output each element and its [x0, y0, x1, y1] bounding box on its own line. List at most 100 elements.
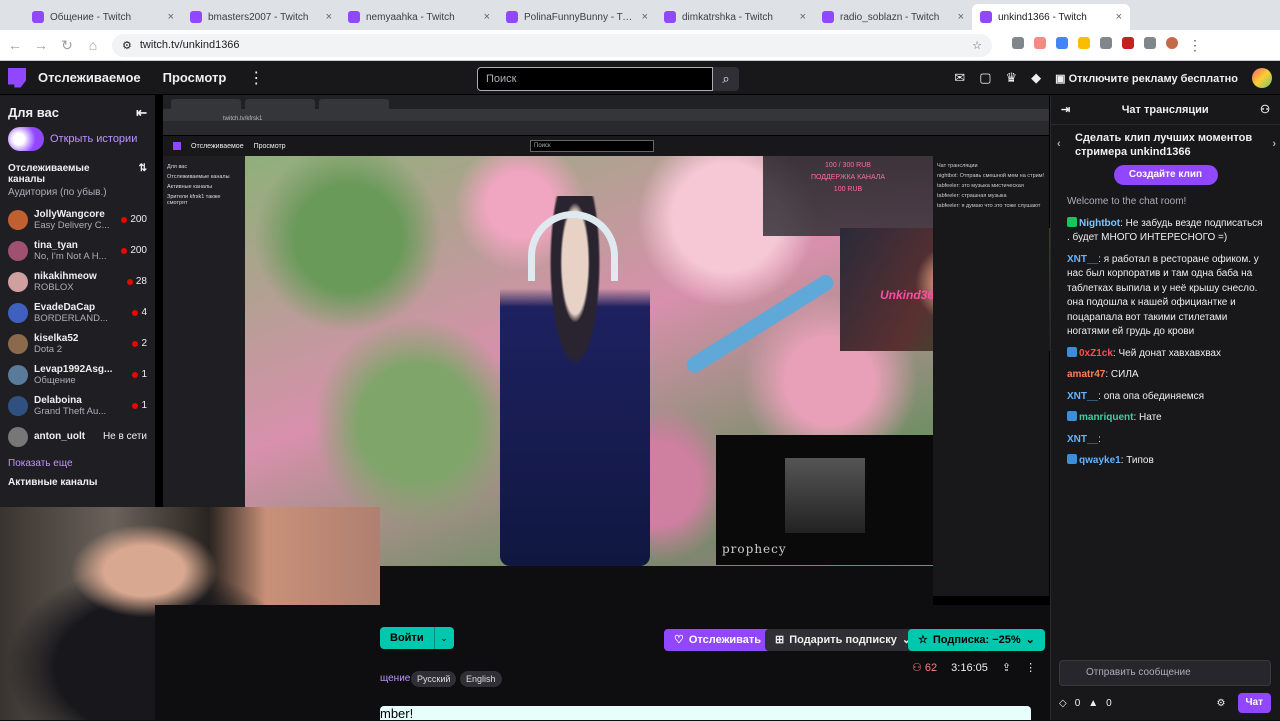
chevron-down-icon: ⌄ [1025, 634, 1035, 646]
prime-icon[interactable]: ♛ [1006, 70, 1018, 86]
users-icon[interactable]: ⚇ [1260, 103, 1270, 116]
extension-icon[interactable] [1056, 36, 1068, 49]
more-icon[interactable]: ⋮ [248, 68, 264, 88]
chat-messages: Welcome to the chat room! Nightbot: Не з… [1051, 185, 1280, 469]
extension-icon[interactable] [1034, 36, 1046, 49]
viewer-count-value: 62 [924, 662, 938, 674]
profile-icon[interactable] [1166, 36, 1178, 49]
channel-avatar [8, 364, 28, 385]
embedded-address-bar: twitch.tv/kfrsk1 [163, 109, 1049, 122]
search-input[interactable]: Поиск [477, 67, 713, 91]
back-icon[interactable]: ← [8, 37, 22, 53]
sort-icon[interactable]: ⇅ [139, 163, 147, 185]
close-tab-icon[interactable]: × [168, 11, 174, 23]
gift-sub-button[interactable]: ⊞ Подарить подписку ⌄ [765, 629, 922, 651]
extension-icon[interactable] [1122, 36, 1134, 49]
tab-favicon-icon [664, 11, 676, 23]
close-tab-icon[interactable]: × [484, 11, 490, 23]
browser-tab[interactable]: Общение - Twitch × [24, 4, 182, 30]
nav-browse[interactable]: Просмотр [163, 70, 227, 85]
sidebar-channel[interactable]: anton_uolt Не в сети [0, 421, 155, 452]
left-sidebar: Для вас ⇤ Открыть истории Отслеживаемые … [0, 95, 155, 507]
chevron-down-icon[interactable]: ⌄ [433, 627, 454, 649]
close-tab-icon[interactable]: × [326, 11, 332, 23]
create-clip-button[interactable]: Создайте клип [1113, 165, 1218, 185]
chat-send-button[interactable]: Чат [1237, 693, 1271, 713]
tag-english[interactable]: English [460, 671, 502, 687]
search-button[interactable]: ⌕ [713, 67, 739, 91]
menu-icon[interactable]: ⋮ [1188, 37, 1202, 54]
settings-icon[interactable]: ⚙ [1217, 698, 1226, 709]
browser-tab[interactable]: bmasters2007 - Twitch × [182, 4, 340, 30]
adfree-button[interactable]: ▣ Отключите рекламу бесплатно [1055, 72, 1238, 85]
bookmark-star-icon[interactable]: ☆ [972, 39, 982, 52]
tag-russian[interactable]: Русский [411, 671, 457, 687]
collapse-chat-icon[interactable]: ⇥ [1061, 103, 1070, 116]
show-more-link[interactable]: Показать еще [0, 452, 155, 475]
embedded-sidebar-item: Для вас [167, 164, 188, 170]
search-icon: ⌕ [722, 71, 730, 86]
embedded-browser-tabs [163, 95, 1049, 109]
clip-promo-text: Сделать клип лучших моментов стримера un… [1075, 132, 1253, 158]
close-tab-icon[interactable]: × [800, 11, 806, 23]
channel-game: Общение [34, 374, 76, 386]
stories-avatar [8, 127, 44, 151]
chat-username[interactable]: manriquent [1079, 412, 1133, 423]
chat-username[interactable]: XNT__ [1067, 254, 1098, 265]
share-icon[interactable]: ⇪ [1002, 661, 1011, 674]
bits-icon[interactable]: ▲ [1088, 698, 1098, 709]
browser-tab[interactable]: radio_soblazn - Twitch × [814, 4, 972, 30]
subscribe-button[interactable]: ☆ Подписка: −25% ⌄ [908, 629, 1045, 651]
notifications-icon[interactable]: ◆ [1031, 70, 1041, 86]
tab-title: Общение - Twitch [50, 11, 132, 23]
sidebar-channel[interactable]: EvadeDaCap BORDERLAND... 4 [0, 297, 155, 328]
extension-icon[interactable] [1100, 36, 1112, 49]
extension-icon[interactable] [1012, 36, 1024, 49]
browser-tab[interactable]: dimkatrshka - Twitch × [656, 4, 814, 30]
chevron-left-icon[interactable]: ‹ [1057, 137, 1061, 151]
browser-tab[interactable]: nemyaahka - Twitch × [340, 4, 498, 30]
channel-list: JollyWangcore Easy Delivery C... 200 tina_t… [0, 204, 155, 452]
address-bar[interactable]: ⚙ twitch.tv/unkind1366 ☆ [112, 33, 992, 57]
sidebar-channel[interactable]: nikakihmeow ROBLOX 28 [0, 266, 155, 297]
user-avatar[interactable] [1252, 68, 1272, 88]
inbox-icon[interactable]: ✉ [954, 70, 965, 86]
channel-game: BORDERLAND... [34, 312, 108, 324]
puzzle-icon[interactable] [1144, 36, 1156, 49]
login-button[interactable]: Войти [380, 627, 434, 649]
chat-username[interactable]: Nightbot [1079, 218, 1120, 229]
forward-icon[interactable]: → [34, 37, 48, 53]
home-icon[interactable]: ⌂ [86, 37, 100, 53]
browser-tab[interactable]: unkind1366 - Twitch × [972, 4, 1130, 30]
follow-button[interactable]: ♡ Отслеживать [664, 629, 772, 651]
twitch-logo-icon[interactable] [8, 67, 26, 88]
reload-icon[interactable]: ↻ [60, 37, 74, 54]
login-button-group[interactable]: Войти ⌄ [380, 627, 454, 649]
close-tab-icon[interactable]: × [642, 11, 648, 23]
tab-title: dimkatrshka - Twitch [682, 11, 773, 23]
channel-points-icon[interactable]: ◇ [1059, 698, 1067, 709]
chat-username[interactable]: qwayke1 [1079, 455, 1121, 466]
chat-username[interactable]: 0xZ1ck [1079, 348, 1113, 359]
whispers-icon[interactable]: ▢ [979, 70, 991, 86]
chevron-right-icon[interactable]: › [1272, 137, 1276, 151]
site-info-icon[interactable]: ⚙ [122, 39, 132, 52]
close-tab-icon[interactable]: × [1116, 11, 1122, 23]
chat-username[interactable]: XNT__ [1067, 434, 1098, 445]
close-tab-icon[interactable]: × [958, 11, 964, 23]
sidebar-channel[interactable]: JollyWangcore Easy Delivery C... 200 [0, 204, 155, 235]
more-icon[interactable]: ⋮ [1025, 661, 1036, 674]
chat-input[interactable]: Отправить сообщение [1059, 660, 1271, 686]
sidebar-channel[interactable]: kiselka52 Dota 2 2 [0, 328, 155, 359]
sidebar-channel[interactable]: tina_tyan No, I'm Not A H... 200 [0, 235, 155, 266]
stories-link[interactable]: Открыть истории [0, 127, 155, 159]
sidebar-channel[interactable]: Delaboina Grand Theft Au... 1 [0, 390, 155, 421]
chat-username[interactable]: XNT__ [1067, 391, 1098, 402]
nav-following[interactable]: Отслеживаемое [38, 70, 141, 85]
category-link[interactable]: щение [380, 673, 410, 684]
extension-icon[interactable] [1078, 36, 1090, 49]
collapse-sidebar-icon[interactable]: ⇤ [136, 105, 147, 121]
chat-username[interactable]: amatr47 [1067, 369, 1105, 380]
sidebar-channel[interactable]: Levap1992Asg... Общение 1 [0, 359, 155, 390]
browser-tab[interactable]: PolinaFunnyBunny - Twitch × [498, 4, 656, 30]
